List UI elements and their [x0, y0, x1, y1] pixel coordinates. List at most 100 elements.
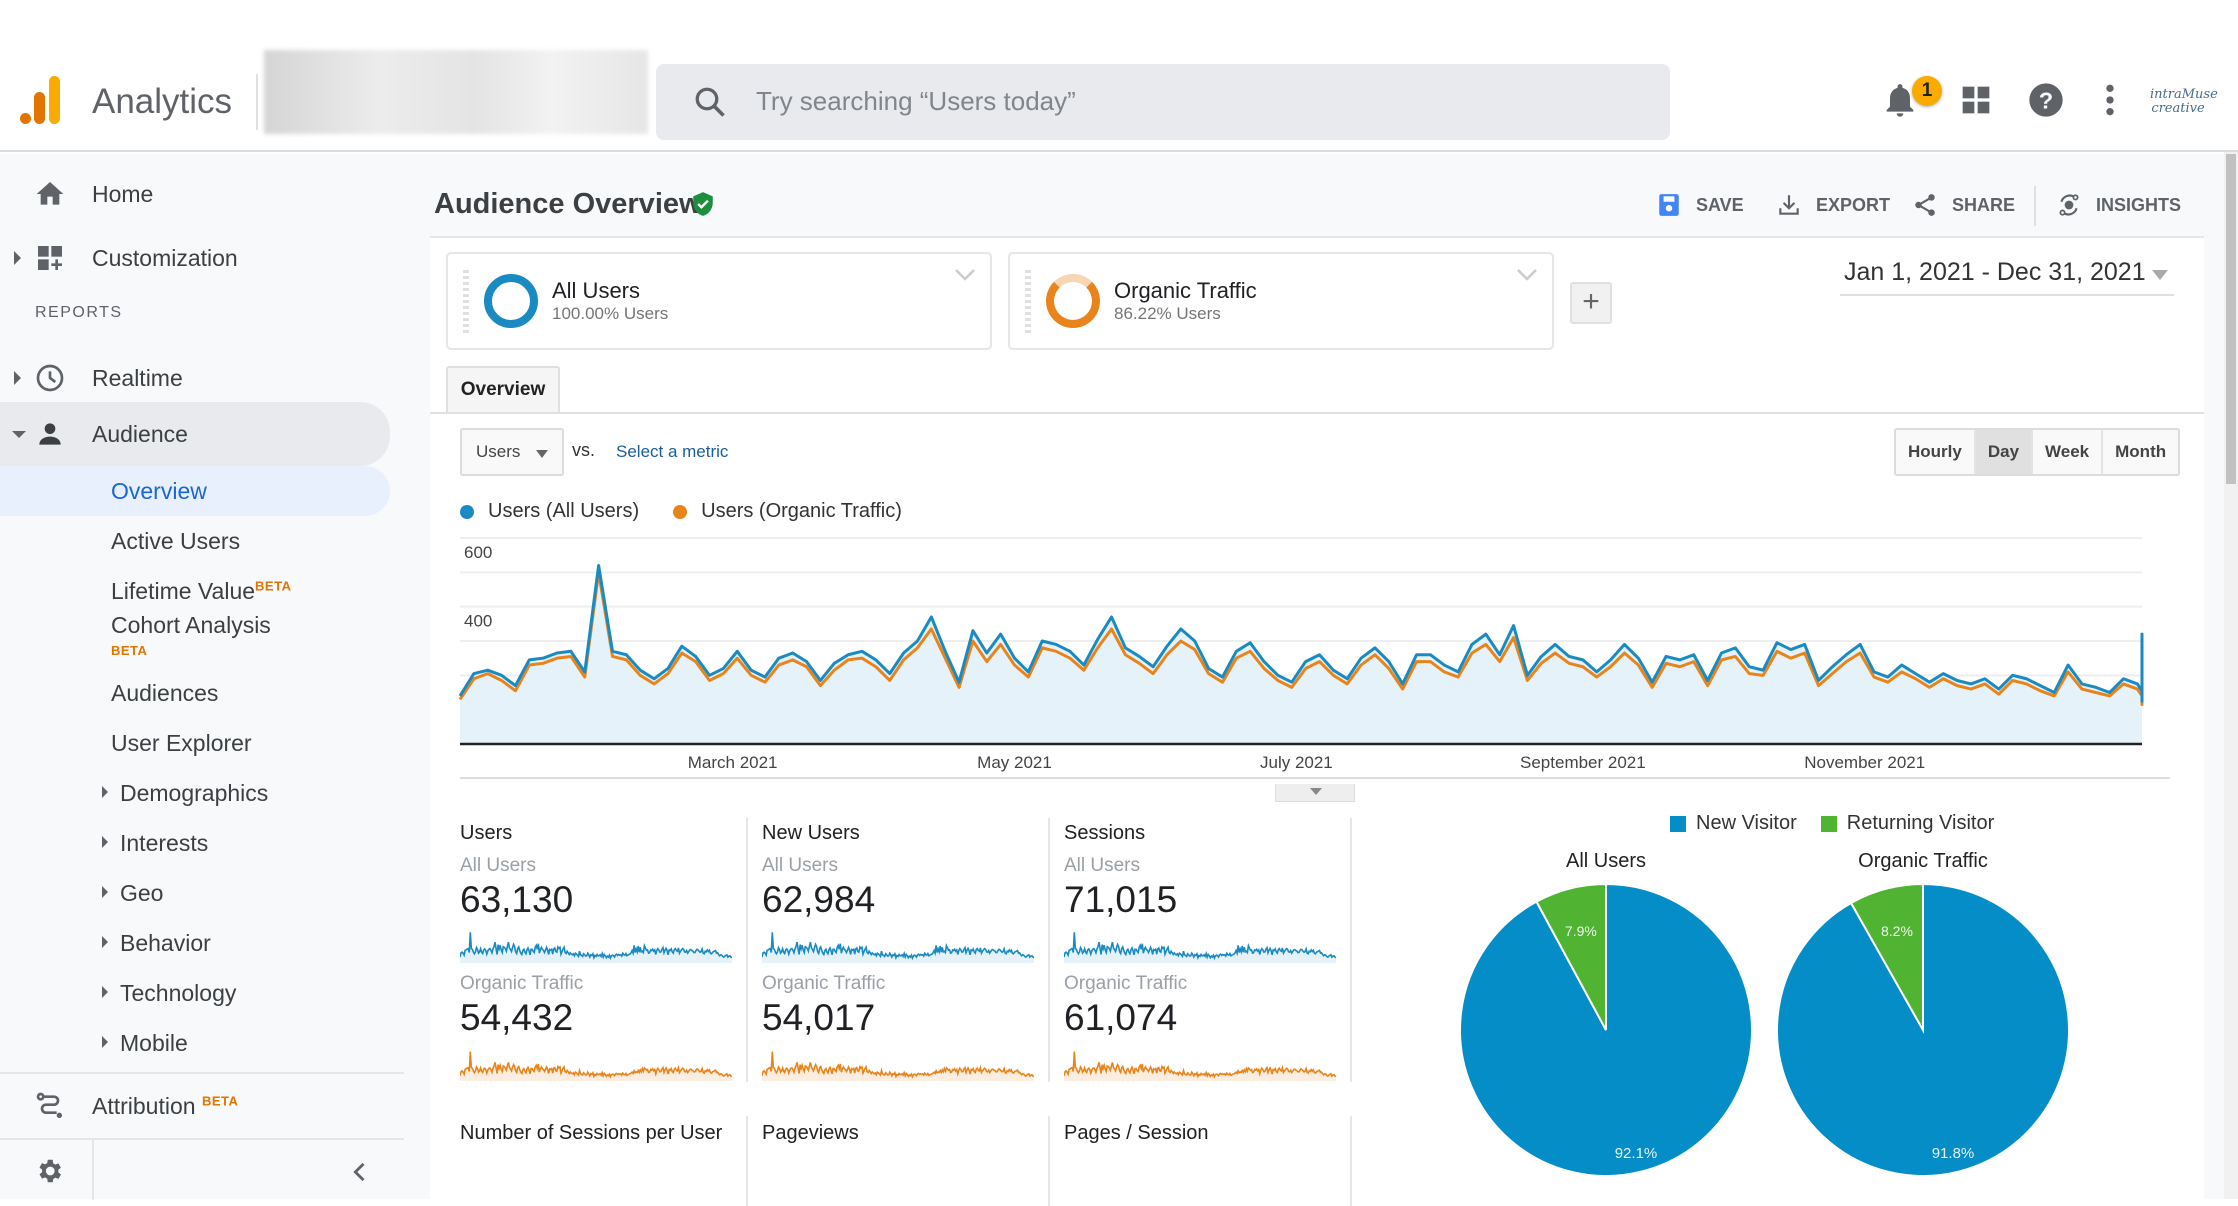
report-panel: All Users 100.00% Users Organic Traffic …: [430, 236, 2204, 1206]
share-button[interactable]: SHARE: [1912, 192, 2015, 218]
metric-dropdown-label: Users: [476, 442, 521, 461]
sidebar-item-realtime[interactable]: Realtime: [0, 350, 390, 406]
pie-chart-organic[interactable]: 91.8% 8.2%: [1773, 880, 2073, 1180]
sidebar-item-demographics[interactable]: Demographics: [0, 768, 390, 818]
expand-caret-icon[interactable]: [102, 1036, 108, 1048]
add-segment-button[interactable]: +: [1570, 282, 1612, 324]
sidebar-item-audiences[interactable]: Audiences: [0, 668, 390, 718]
metric-title: Pageviews: [762, 1122, 859, 1144]
sidebar-item-active-users[interactable]: Active Users: [0, 516, 390, 566]
header-divider: [256, 74, 258, 130]
legend-label: Returning Visitor: [1846, 812, 1995, 834]
metric-divider: [746, 818, 748, 1082]
more-vert-icon[interactable]: [2090, 80, 2130, 120]
metric-divider: [746, 1116, 748, 1206]
date-range-picker[interactable]: Jan 1, 2021 - Dec 31, 2021: [1840, 258, 2174, 296]
collapse-sidebar-chevron-icon[interactable]: [346, 1158, 374, 1186]
tab-underline: [430, 412, 2204, 414]
metric-value: 62,984: [762, 879, 876, 920]
pie-legend-new-visitor[interactable]: New Visitor: [1670, 812, 1797, 835]
expand-caret-icon[interactable]: [102, 836, 108, 848]
pie-label-returning-visitor: 8.2%: [1881, 923, 1913, 939]
users-line-chart[interactable]: 200400600March 2021May 2021July 2021Sept…: [450, 534, 2170, 794]
settings-gear-icon[interactable]: [34, 1156, 64, 1186]
sidebar-item-interests[interactable]: Interests: [0, 818, 390, 868]
legend-item-organic[interactable]: Users (Organic Traffic): [673, 500, 902, 523]
metric-divider: [1350, 818, 1352, 1082]
account-avatar[interactable]: intraMuse creative: [2150, 74, 2218, 126]
sidebar-item-label: Technology: [120, 980, 237, 1006]
tab-overview[interactable]: Overview: [446, 366, 560, 414]
sidebar-item-cohort-analysis[interactable]: Cohort Analysis BETA: [0, 608, 390, 664]
legend-item-all-users[interactable]: Users (All Users): [460, 500, 639, 523]
segment-ring-icon: [484, 274, 538, 328]
sparkline-organic: [762, 1051, 1034, 1081]
vs-label: vs.: [572, 440, 596, 460]
search-bar[interactable]: Try searching “Users today”: [656, 64, 1670, 140]
expand-caret-icon[interactable]: [14, 251, 21, 265]
metric-pageviews[interactable]: Pageviews: [762, 1122, 1062, 1182]
notification-badge: 1: [1912, 76, 1942, 106]
expand-caret-icon[interactable]: [14, 371, 21, 385]
chart-expand-handle[interactable]: [1275, 784, 1355, 802]
sidebar-item-technology[interactable]: Technology: [0, 968, 390, 1018]
metric-new-users[interactable]: New Users All Users 62,984 Organic Traff…: [762, 822, 1062, 1102]
export-button[interactable]: EXPORT: [1776, 192, 1890, 218]
granularity-toggle: Hourly Day Week Month: [1894, 428, 2181, 476]
segment-ring-icon: [1046, 274, 1100, 328]
page-scrollbar[interactable]: [2224, 152, 2238, 1199]
chevron-down-icon[interactable]: [954, 268, 976, 282]
metric-dropdown[interactable]: Users: [460, 428, 564, 476]
collapse-caret-icon[interactable]: [12, 430, 26, 438]
account-selector[interactable]: [264, 50, 648, 134]
series-area-all-users: [460, 565, 2142, 744]
beta-badge: BETA: [255, 578, 292, 594]
metric-sessions-per-user[interactable]: Number of Sessions per User: [460, 1122, 760, 1182]
sidebar-item-customization[interactable]: Customization: [0, 230, 390, 286]
granularity-hourly[interactable]: Hourly: [1896, 430, 1974, 474]
expand-caret-icon[interactable]: [102, 786, 108, 798]
segment-card-organic-traffic[interactable]: Organic Traffic 86.22% Users: [1008, 252, 1554, 350]
segment-share: 100.00% Users: [552, 304, 669, 323]
drag-handle[interactable]: [463, 270, 469, 334]
segment-name: Organic Traffic: [1114, 278, 1257, 303]
sidebar-item-geo[interactable]: Geo: [0, 868, 390, 918]
granularity-day[interactable]: Day: [1973, 430, 2032, 474]
expand-caret-icon[interactable]: [102, 936, 108, 948]
metric-pages-per-session[interactable]: Pages / Session: [1064, 1122, 1364, 1182]
metric-title: Users: [460, 822, 513, 844]
help-icon[interactable]: ?: [2026, 80, 2066, 120]
metric-sessions[interactable]: Sessions All Users 71,015 Organic Traffi…: [1064, 822, 1364, 1102]
drag-handle[interactable]: [1025, 270, 1031, 334]
sidebar-footer-divider: [92, 1140, 94, 1200]
sidebar-item-user-explorer[interactable]: User Explorer: [0, 718, 390, 768]
expand-caret-icon[interactable]: [102, 986, 108, 998]
segment-card-all-users[interactable]: All Users 100.00% Users: [446, 252, 992, 350]
analytics-logo-icon[interactable]: [20, 76, 62, 124]
sidebar-item-overview[interactable]: Overview: [0, 466, 390, 516]
chevron-down-icon[interactable]: [1516, 268, 1538, 282]
search-input[interactable]: Try searching “Users today”: [756, 86, 1076, 117]
pie-legend-returning-visitor[interactable]: Returning Visitor: [1820, 812, 1995, 835]
sidebar-item-mobile[interactable]: Mobile: [0, 1018, 390, 1068]
sidebar-item-behavior[interactable]: Behavior: [0, 918, 390, 968]
dropdown-arrow-icon: [536, 450, 548, 458]
pie-chart-all-users[interactable]: 92.1% 7.9%: [1456, 880, 1756, 1180]
scrollbar-thumb[interactable]: [2226, 154, 2236, 484]
select-metric-link[interactable]: Select a metric: [616, 442, 728, 462]
insights-button[interactable]: INSIGHTS: [2056, 192, 2181, 218]
sidebar-item-label: Geo: [120, 880, 164, 906]
apps-grid-icon[interactable]: [1956, 80, 1996, 120]
granularity-month[interactable]: Month: [2101, 430, 2178, 474]
expand-caret-icon[interactable]: [102, 886, 108, 898]
legend-dot-icon: [460, 504, 474, 519]
sidebar-item-attribution[interactable]: Attribution BETA: [0, 1078, 390, 1134]
home-icon: [36, 182, 64, 205]
sidebar-item-home[interactable]: Home: [0, 166, 390, 222]
sidebar-item-audience[interactable]: Audience: [0, 402, 390, 466]
metric-users[interactable]: Users All Users 63,130 Organic Traffic 5…: [460, 822, 760, 1102]
granularity-week[interactable]: Week: [2031, 430, 2101, 474]
save-button[interactable]: SAVE: [1656, 192, 1744, 218]
sparkline-all-users: [762, 932, 1034, 963]
metric-segment-label: Organic Traffic: [762, 973, 886, 994]
